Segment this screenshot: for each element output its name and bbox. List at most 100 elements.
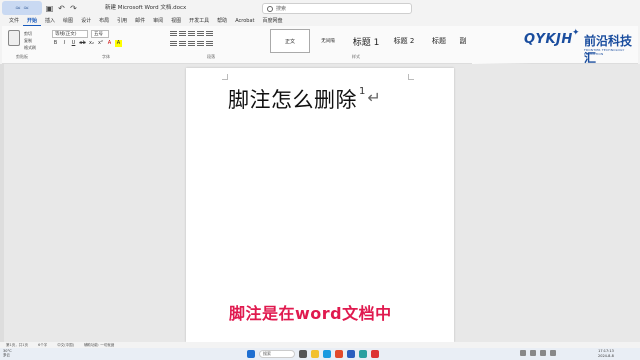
tab-file[interactable]: 文件 [5,16,23,26]
wifi-icon[interactable] [530,350,536,356]
start-icon[interactable] [247,350,255,358]
increase-indent-icon[interactable] [206,31,213,37]
brand-watermark: QYKJH ✦ 前沿科技汇 FRONTIER TECHNOLOGY EDUCAT… [472,26,638,65]
redo-icon[interactable]: ↷ [69,4,78,13]
style-heading-1[interactable]: 标题 1 [346,29,386,53]
font-name-select[interactable]: 等线(正文) [52,30,88,38]
weather-desc: 多云 [3,353,10,357]
tab-home[interactable]: 开始 [23,16,42,26]
title-bar: ≈ ≈ ▣ ↶ ↷ 新建 Microsoft Word 文档.docx 搜索 [0,0,640,16]
taskbar: 30°C 多云 搜索 17:17:13 2024-8-8 [0,348,640,360]
font-size-select[interactable]: 五号 [91,30,109,38]
cut-button[interactable]: 剪切 [24,31,32,37]
ribbon-tabs: 文件 开始 插入 绘图 设计 布局 引用 邮件 审阅 视图 开发工具 帮助 Ac… [0,16,640,26]
numbering-icon[interactable] [179,31,186,37]
tab-references[interactable]: 引用 [113,16,131,26]
styles-gallery: 正文 无间隔 标题 1 标题 2 标题 副 [270,29,470,53]
paragraph-mark-icon: ↵ [367,88,381,107]
tab-review[interactable]: 审阅 [149,16,167,26]
video-caption: 脚注是在word文档中 [229,304,392,323]
style-normal[interactable]: 正文 [270,29,310,53]
system-tray [520,350,556,356]
tab-acrobat[interactable]: Acrobat [231,16,258,26]
tab-layout[interactable]: 布局 [95,16,113,26]
document-title: 新建 Microsoft Word 文档.docx [105,5,187,11]
file-explorer-icon[interactable] [311,350,319,358]
app-icon[interactable] [359,350,367,358]
multilevel-list-icon[interactable] [188,31,195,37]
style-heading-2[interactable]: 标题 2 [386,29,422,53]
tab-baidu-netdisk[interactable]: 百度网盘 [258,16,286,26]
copy-button[interactable]: 复制 [24,38,32,44]
align-center-icon[interactable] [179,41,186,47]
clock-time: 17:17:13 [598,349,614,353]
bullets-icon[interactable] [170,31,177,37]
font-format-row: B I U ab x₂ x² A A [52,40,122,47]
tab-developer[interactable]: 开发工具 [185,16,213,26]
bold-button[interactable]: B [52,40,59,47]
font-color-button[interactable]: A [106,40,113,47]
accessibility-status[interactable]: 辅助功能: 一切就绪 [84,343,114,348]
brand-star-icon: ✦ [572,28,580,38]
style-no-spacing[interactable]: 无间隔 [310,29,346,53]
style-title[interactable]: 标题 [422,29,456,53]
clipboard-label: 剪贴板 [16,54,28,59]
tab-mailings[interactable]: 邮件 [131,16,149,26]
italic-button[interactable]: I [61,40,68,47]
format-painter-button[interactable]: 格式刷 [24,45,36,51]
strikethrough-button[interactable]: ab [79,40,86,47]
highlight-button[interactable]: A [115,40,122,47]
app-icon-2[interactable] [371,350,379,358]
line-spacing-icon[interactable] [206,41,213,47]
save-icon[interactable]: ▣ [45,4,54,13]
search-input[interactable]: 搜索 [262,3,412,14]
word-icon[interactable] [347,350,355,358]
superscript-button[interactable]: x² [97,40,104,47]
heading-text[interactable]: 脚注怎么删除 [228,84,357,114]
chrome-icon[interactable] [335,350,343,358]
tray-chevron-icon[interactable] [520,350,526,356]
vertical-ruler [0,64,4,342]
margin-corner-tl [222,74,228,80]
align-left-icon[interactable] [170,41,177,47]
tab-help[interactable]: 帮助 [213,16,231,26]
language-indicator[interactable]: 中文(中国) [57,343,74,348]
footnote-reference[interactable]: 1 [359,86,365,97]
decrease-indent-icon[interactable] [197,31,204,37]
word-count[interactable]: 6个字 [38,343,47,348]
heading-paragraph[interactable]: 脚注怎么删除 1 ↵ [228,84,381,114]
font-group-label: 字体 [102,54,110,59]
volume-icon[interactable] [540,350,546,356]
quick-access-toolbar: ≈ ≈ ▣ ↶ ↷ [2,1,78,15]
undo-icon[interactable]: ↶ [57,4,66,13]
brand-subtitle: FRONTIER TECHNOLOGY EDUCATION [584,48,625,56]
battery-icon[interactable] [550,350,556,356]
brand-logo: QYKJH [524,32,573,47]
task-view-icon[interactable] [299,350,307,358]
tab-design[interactable]: 设计 [77,16,95,26]
search-icon [267,5,273,12]
underline-button[interactable]: U [70,40,77,47]
align-right-icon[interactable] [188,41,195,47]
tab-insert[interactable]: 插入 [41,16,59,26]
paragraph-group-label: 段落 [207,54,215,59]
tab-view[interactable]: 视图 [167,16,185,26]
ribbon: 剪切 复制 格式刷 剪贴板 等线(正文) 五号 B I U ab x₂ x² A… [2,26,638,65]
style-subtitle[interactable]: 副 [456,29,470,53]
clock-date: 2024-8-8 [598,353,614,358]
brand-fade [472,26,532,64]
subscript-button[interactable]: x₂ [88,40,95,47]
paste-button[interactable] [8,30,20,46]
tab-draw[interactable]: 绘图 [59,16,77,26]
document-canvas: 脚注怎么删除 1 ↵ 脚注是在word文档中 [0,64,640,342]
weather-widget[interactable]: 30°C 多云 [3,349,12,357]
paragraph-row-2 [170,41,213,47]
justify-icon[interactable] [197,41,204,47]
clock[interactable]: 17:17:13 2024-8-8 [598,349,614,358]
styles-group-label: 样式 [352,54,360,59]
paragraph-row-1 [170,31,213,37]
edge-icon[interactable] [323,350,331,358]
autosave-logo: ≈ ≈ [2,1,42,15]
taskbar-search[interactable]: 搜索 [259,350,295,358]
page-count[interactable]: 第1页，共1页 [6,343,28,348]
